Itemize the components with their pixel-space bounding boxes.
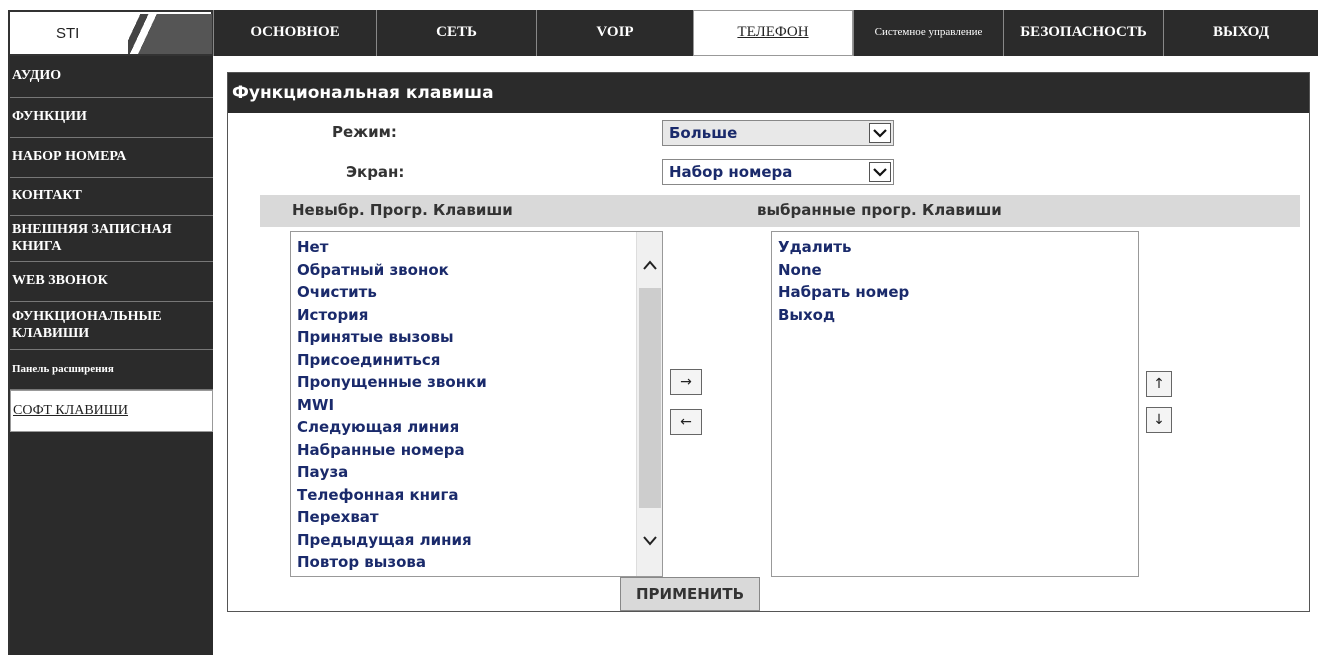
list-scrollbar[interactable] [636, 232, 662, 576]
sidebar-item-contact[interactable]: КОНТАКТ [10, 178, 213, 216]
logo-stripe-graphic [128, 14, 212, 54]
screen-select-value: Набор номера [669, 163, 793, 181]
list-item[interactable]: Пауза [291, 461, 662, 484]
sidebar: АУДИО ФУНКЦИИ НАБОР НОМЕРА КОНТАКТ ВНЕШН… [8, 56, 213, 655]
list-item[interactable]: MWI [291, 394, 662, 417]
sidebar-item-expansion-panel[interactable]: Панель расширения [10, 350, 213, 390]
mode-select-value: Больше [669, 124, 738, 142]
list-item[interactable]: Очистить [291, 281, 662, 304]
sidebar-item-audio[interactable]: АУДИО [10, 56, 213, 98]
list-item[interactable]: Обратный звонок [291, 259, 662, 282]
list-item[interactable]: Повтор вызова [291, 551, 662, 574]
sidebar-item-external-phonebook[interactable]: ВНЕШНЯЯ ЗАПИСНАЯ КНИГА [10, 216, 213, 262]
sidebar-item-function-keys[interactable]: ФУНКЦИОНАЛЬНЫЕ КЛАВИШИ [10, 302, 213, 350]
list-item[interactable]: Пропущенные звонки [291, 371, 662, 394]
list-item[interactable]: Перехват [291, 506, 662, 529]
tab-logout[interactable]: ВЫХОД [1163, 10, 1318, 56]
list-item[interactable]: Набрать номер [772, 281, 1138, 304]
sidebar-item-dial-plan[interactable]: НАБОР НОМЕРА [10, 138, 213, 178]
scroll-thumb[interactable] [639, 288, 661, 508]
nav-bar: ОСНОВНОЕ СЕТЬ VOIP ТЕЛЕФОН Системное упр… [213, 10, 1318, 56]
mode-label: Режим: [332, 123, 397, 141]
tab-system-management[interactable]: Системное управление [853, 10, 1003, 56]
sidebar-item-features[interactable]: ФУНКЦИИ [10, 98, 213, 138]
tab-phone[interactable]: ТЕЛЕФОН [693, 10, 853, 56]
list-item[interactable]: Следующая линия [291, 416, 662, 439]
unselected-keys-list[interactable]: Нет Обратный звонок Очистить История Приняты… [290, 231, 663, 577]
panel-title: Функциональная клавиша [228, 73, 1309, 113]
tab-voip[interactable]: VOIP [536, 10, 693, 56]
list-item[interactable]: Набранные номера [291, 439, 662, 462]
list-item[interactable]: Телефонная книга [291, 484, 662, 507]
list-item[interactable]: Выход [772, 304, 1138, 327]
move-right-button[interactable]: → [670, 369, 702, 395]
selected-keys-list[interactable]: Удалить None Набрать номер Выход [771, 231, 1139, 577]
scroll-up-icon[interactable] [640, 256, 660, 276]
list-item[interactable]: Предыдущая линия [291, 529, 662, 552]
list-item[interactable]: None [772, 259, 1138, 282]
move-down-button[interactable]: ↓ [1146, 407, 1172, 433]
list-item[interactable]: Удалить [772, 236, 1138, 259]
scroll-down-icon[interactable] [640, 530, 660, 550]
tab-security[interactable]: БЕЗОПАСНОСТЬ [1003, 10, 1163, 56]
move-left-button[interactable]: ← [670, 409, 702, 435]
unselected-header: Невыбр. Прогр. Клавиши [292, 201, 513, 219]
sidebar-item-web-call[interactable]: WEB ЗВОНОК [10, 262, 213, 302]
lists-header-row: Невыбр. Прогр. Клавиши выбранные прогр. … [260, 195, 1300, 227]
tab-basic[interactable]: ОСНОВНОЕ [213, 10, 376, 56]
apply-button[interactable]: ПРИМЕНИТЬ [620, 577, 760, 611]
top-navigation: STI ОСНОВНОЕ СЕТЬ VOIP ТЕЛЕФОН Системное… [8, 10, 1318, 56]
sidebar-item-soft-keys[interactable]: СОФТ КЛАВИШИ [10, 390, 213, 432]
list-item[interactable]: Принятые вызовы [291, 326, 662, 349]
function-key-panel: Функциональная клавиша Режим: Больше Экр… [227, 72, 1310, 612]
tab-network[interactable]: СЕТЬ [376, 10, 536, 56]
logo: STI [8, 10, 213, 56]
selected-header: выбранные прогр. Клавиши [757, 201, 1002, 219]
screen-select[interactable]: Набор номера [662, 159, 894, 185]
chevron-down-icon[interactable] [869, 123, 891, 143]
mode-select[interactable]: Больше [662, 120, 894, 146]
logo-text: STI [56, 25, 80, 42]
screen-label: Экран: [346, 163, 405, 181]
list-item[interactable]: Присоединиться [291, 349, 662, 372]
list-item[interactable]: История [291, 304, 662, 327]
chevron-down-icon[interactable] [869, 162, 891, 182]
list-item[interactable]: Нет [291, 236, 662, 259]
move-up-button[interactable]: ↑ [1146, 371, 1172, 397]
